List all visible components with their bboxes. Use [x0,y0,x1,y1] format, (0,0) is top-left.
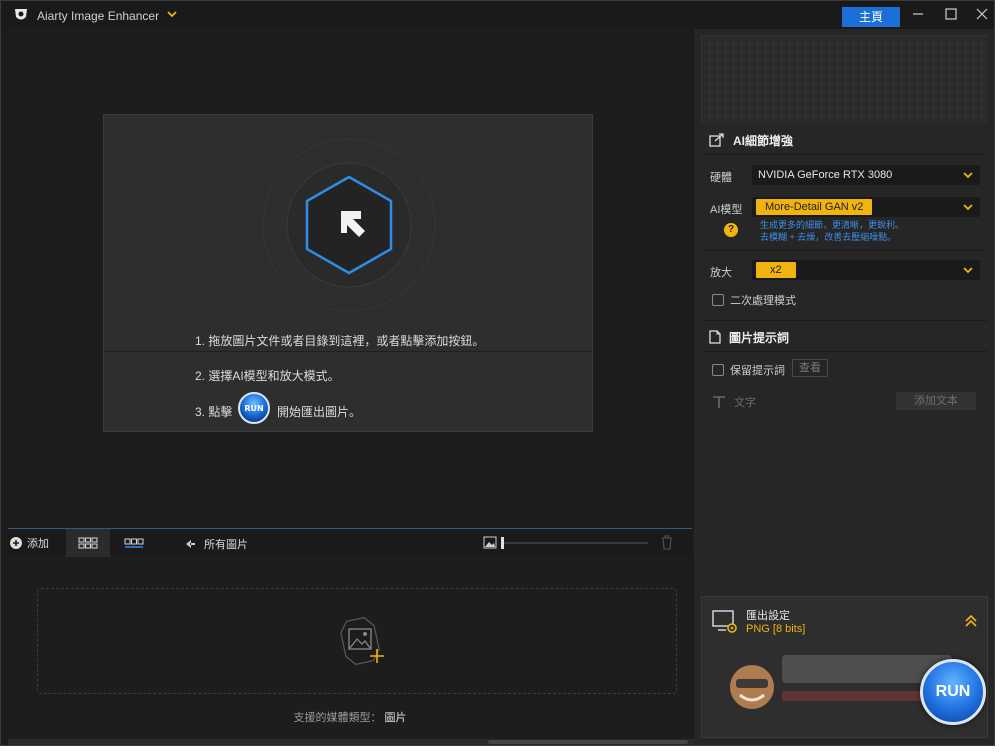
slider-handle[interactable] [501,537,504,549]
ai-enhance-section-header: AI細節增強 [701,126,988,154]
chevron-down-icon[interactable] [166,8,178,20]
plus-circle-icon [10,537,22,549]
hardware-dropdown[interactable]: NVIDIA GeForce RTX 3080 [752,165,980,185]
scale-label: 放大 [710,267,732,279]
drop-instructions-card[interactable]: 1. 拖放圖片文件或者目錄到這裡，或者點擊添加按鈕。 2. 選擇AI模型和放大模… [103,114,593,432]
strip-view-icon [124,538,144,548]
image-prompt-section-header: 圖片提示詞 [701,323,988,351]
strip-view-button[interactable] [112,529,156,557]
ai-enhance-title: AI細節增強 [733,133,794,148]
image-prompt-title: 圖片提示詞 [729,330,790,345]
run-mini-label: RUN [244,404,263,413]
ai-model-description-line-1: 生成更多的細節，更清晰，更銳利。 [760,220,905,230]
chevron-down-icon [963,204,973,211]
divider [701,154,988,155]
keep-prompt-checkbox[interactable] [712,364,724,376]
thumbnail-area[interactable]: 支援的媒體類型： 圖片 [8,557,692,739]
all-images-filter[interactable]: 所有圖片 [184,536,248,552]
enhance-icon [709,133,724,147]
ai-model-description-line-2: 去模糊 + 去燥，改善去壓縮噪點。 [760,232,897,242]
app-title: Aiarty Image Enhancer [37,9,160,23]
run-button[interactable]: RUN [920,659,986,725]
app-window: Aiarty Image Enhancer 主頁 1. 拖放圖片文件或者目錄到這… [0,0,995,746]
thumbnail-toolbar: 添加 所有圖片 [8,528,692,557]
image-size-icon [483,536,497,549]
settings-panel: AI細節增強 硬體 NVIDIA GeForce RTX 3080 AI模型 M… [694,29,994,745]
scale-dropdown[interactable]: x2 [752,260,980,280]
trash-icon[interactable] [659,534,675,551]
supported-types-value: 圖片 [384,712,407,724]
divider [701,250,988,251]
app-logo-icon [15,9,27,20]
chevron-double-up-icon[interactable] [964,614,978,628]
text-label: 文字 [734,397,756,409]
divider [701,320,988,321]
text-icon [713,396,725,408]
keep-prompt-label: 保留提示詞 [730,365,785,377]
maximize-icon[interactable] [942,6,960,22]
all-images-label: 所有圖片 [204,539,248,551]
scale-value: x2 [756,262,796,278]
add-button[interactable]: 添加 [10,535,49,551]
export-settings-title: 匯出設定 [746,610,790,622]
arrow-left-icon [186,540,195,548]
ai-model-label: AI模型 [710,204,743,216]
thumbnail-size-slider[interactable] [501,537,648,549]
ai-model-value: More-Detail GAN v2 [756,199,873,215]
preview-canvas[interactable]: 1. 拖放圖片文件或者目錄到這裡，或者點擊添加按鈕。 2. 選擇AI模型和放大模… [8,29,692,527]
title-bar: Aiarty Image Enhancer 主頁 [1,1,994,29]
export-settings-box[interactable]: 匯出設定 PNG [8 bits] RUN [701,596,988,738]
supported-types-label: 支援的媒體類型： [293,712,382,724]
hardware-label: 硬體 [710,172,732,184]
instruction-step-1: 1. 拖放圖片文件或者目錄到這裡，或者點擊添加按鈕。 [195,334,485,348]
close-icon[interactable] [973,6,991,22]
enhance-hexagon-icon [262,138,436,312]
hardware-value: NVIDIA GeForce RTX 3080 [758,169,893,181]
text-prompt-row: 文字 [712,394,756,410]
image-drop-zone[interactable] [37,588,677,694]
second-pass-option[interactable]: 二次處理模式 [712,292,796,308]
minimize-icon[interactable] [909,6,927,22]
view-prompt-button[interactable]: 查看 [792,359,828,377]
export-format-value: PNG [8 bits] [746,623,806,635]
second-pass-label: 二次處理模式 [730,295,796,307]
instruction-step-3-prefix: 3. 點擊 [195,405,233,419]
supported-media-types: 支援的媒體類型： 圖片 [8,709,692,725]
divider [701,351,988,352]
add-image-icon[interactable] [329,615,393,669]
keep-prompt-option[interactable]: 保留提示詞 [712,362,785,378]
grid-view-button[interactable] [66,529,110,557]
ai-model-dropdown[interactable]: More-Detail GAN v2 [752,197,980,217]
card-divider [104,351,592,352]
instruction-step-2: 2. 選擇AI模型和放大模式。 [195,369,340,383]
second-pass-checkbox[interactable] [712,294,724,306]
instruction-step-3-suffix: 開始匯出圖片。 [277,405,362,419]
grid-view-icon [78,537,98,549]
chevron-down-icon [963,172,973,179]
run-mini-icon: RUN [238,392,270,424]
home-button[interactable]: 主頁 [842,7,900,27]
export-settings-icon [712,610,737,633]
document-icon [709,330,721,344]
ai-model-description: 生成更多的細節，更清晰，更銳利。 去模糊 + 去燥，改善去壓縮噪點。 [760,219,980,243]
add-text-button[interactable]: 添加文本 [896,392,976,410]
scrollbar-thumb[interactable] [488,740,688,744]
help-icon[interactable]: ? [724,223,738,237]
chevron-down-icon [963,267,973,274]
preview-thumbnail [701,35,988,123]
add-button-label: 添加 [27,538,49,550]
